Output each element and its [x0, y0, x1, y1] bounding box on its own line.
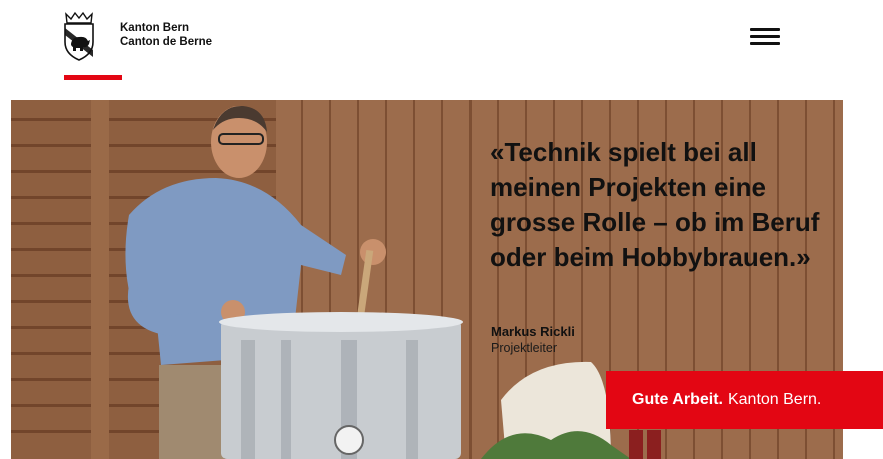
hamburger-menu-icon[interactable] — [749, 25, 781, 49]
brand-line-french: Canton de Berne — [120, 36, 213, 48]
hero-quote: «Technik spielt bei all meinen Projekten… — [490, 137, 820, 272]
brand-name[interactable]: Kanton Bern Canton de Berne — [120, 21, 212, 49]
site-header: Kanton Bern Canton de Berne — [0, 0, 883, 98]
slogan-regular: Kanton Bern. — [727, 391, 822, 408]
person-name: Markus Rickli — [491, 324, 575, 339]
slogan-bold: Gute Arbeit. — [632, 391, 723, 408]
slogan-badge: Gute Arbeit. Kanton Bern. — [606, 371, 883, 429]
accent-bar — [64, 75, 122, 80]
brand-line-german: Kanton Bern — [120, 22, 189, 34]
kanton-bern-logo[interactable] — [62, 10, 96, 62]
person-role: Projektleiter — [491, 341, 557, 355]
